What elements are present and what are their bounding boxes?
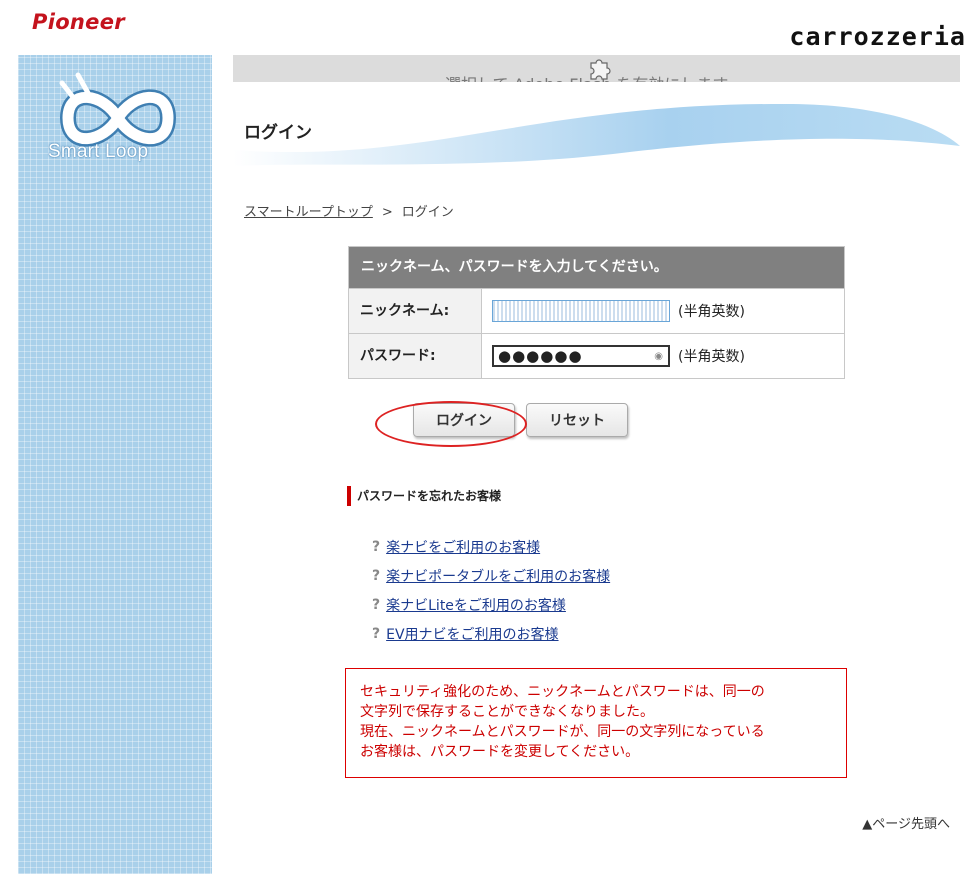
notice-line: お客様は、パスワードを変更してください。 [360,744,640,760]
list-item: ? 楽ナビをご利用のお客様 [372,532,610,561]
list-item: ? 楽ナビLiteをご利用のお客様 [372,590,610,619]
carrozzeria-logo[interactable]: carrozzeria [789,22,966,51]
nickname-input[interactable] [492,300,670,322]
plugin-icon [590,59,611,80]
nickname-row: ニックネーム: (半角英数) [349,288,844,333]
login-form: ニックネーム、パスワードを入力してください。 ニックネーム: (半角英数) パス… [348,246,845,379]
login-form-header: ニックネーム、パスワードを入力してください。 [349,247,844,288]
list-item: ? EV用ナビをご利用のお客様 [372,619,610,648]
question-icon: ? [372,625,381,642]
notice-line: 現在、ニックネームとパスワードが、同一の文字列になっている [360,724,765,740]
flash-plugin-bar[interactable]: 選択して Adobe Flash を有効にします [233,55,960,82]
notice-line: 文字列で保存することができなくなりました。 [360,704,654,720]
password-row: パスワード: ●●●●●● ◉ (半角英数) [349,333,844,378]
breadcrumb: スマートループトップ > ログイン [244,201,454,220]
password-masked-value: ●●●●●● [498,347,583,365]
list-item: ? 楽ナビポータブルをご利用のお客様 [372,561,610,590]
forgot-password-heading: パスワードを忘れたお客様 [347,486,501,506]
password-input[interactable]: ●●●●●● ◉ [492,345,670,367]
breadcrumb-separator: > [381,205,393,220]
smartloop-logo-text: Smart Loop [48,141,149,162]
link-rakunavi-portable[interactable]: 楽ナビポータブルをご利用のお客様 [386,566,610,586]
password-label: パスワード: [349,334,482,378]
reveal-password-icon[interactable]: ◉ [654,351,664,362]
pioneer-logo[interactable]: Pioneer [32,10,125,34]
reset-button[interactable]: リセット [526,403,628,437]
nickname-hint: (半角英数) [678,304,745,320]
link-rakunavi[interactable]: 楽ナビをご利用のお客様 [386,537,540,557]
page-title: ログイン [244,123,312,143]
login-button[interactable]: ログイン [413,403,515,437]
breadcrumb-home-link[interactable]: スマートループトップ [244,205,373,220]
nickname-label: ニックネーム: [349,289,482,333]
notice-line: セキュリティ強化のため、ニックネームとパスワードは、同一の [360,684,765,700]
header-wave-decoration [233,103,960,174]
forgot-password-links: ? 楽ナビをご利用のお客様 ? 楽ナビポータブルをご利用のお客様 ? 楽ナビLi… [372,532,610,648]
question-icon: ? [372,596,381,613]
password-hint: (半角英数) [678,349,745,365]
breadcrumb-current: ログイン [401,205,454,220]
link-rakunavi-lite[interactable]: 楽ナビLiteをご利用のお客様 [386,595,566,615]
question-icon: ? [372,567,381,584]
back-to-top-link[interactable]: ▲ページ先頭へ [862,813,950,832]
security-notice: セキュリティ強化のため、ニックネームとパスワードは、同一の 文字列で保存すること… [345,668,847,778]
question-icon: ? [372,538,381,555]
sidebar: Smart Loop [18,55,212,874]
link-ev-navi[interactable]: EV用ナビをご利用のお客様 [386,624,558,644]
